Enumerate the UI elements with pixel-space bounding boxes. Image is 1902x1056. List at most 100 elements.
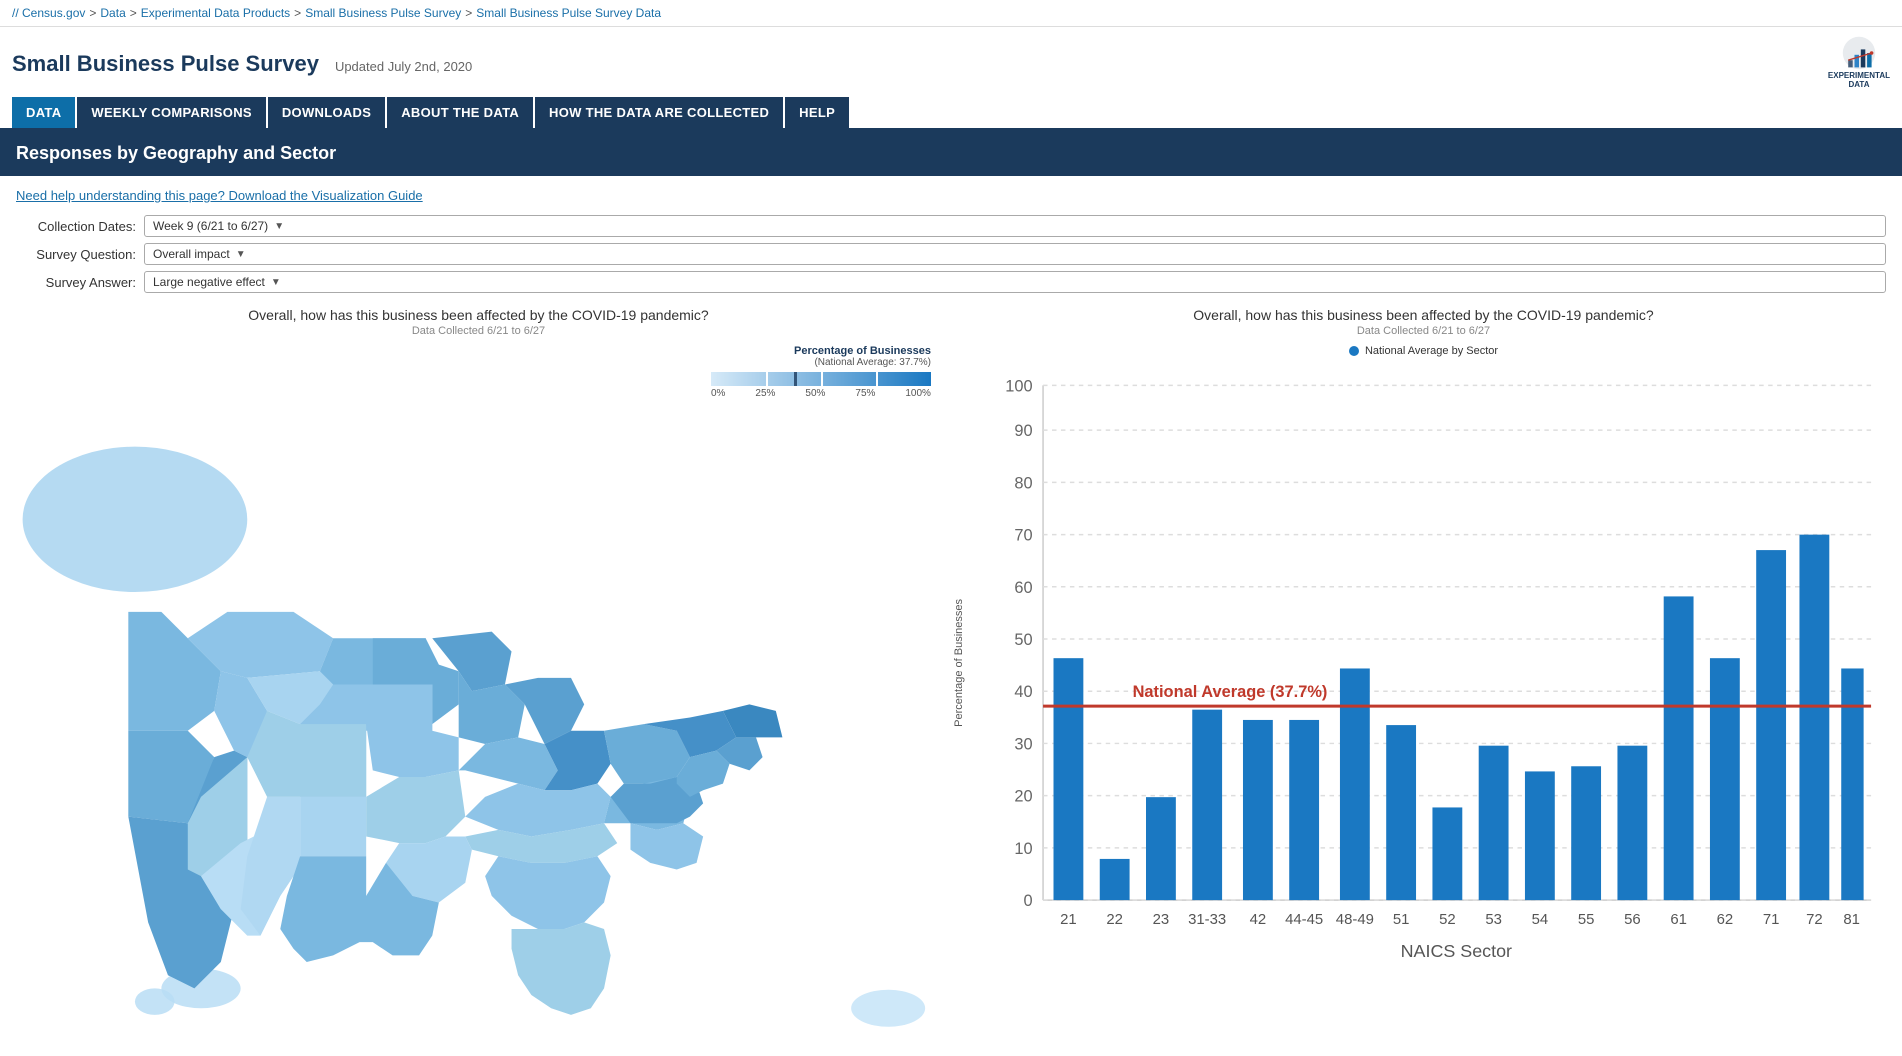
survey-question-select[interactable]: Overall impact ▼ [144,243,1886,265]
state-in[interactable] [459,737,558,790]
bar-72[interactable] [1799,535,1829,900]
nav-about[interactable]: ABOUT THE DATA [387,97,533,128]
state-hawaii-2[interactable] [135,988,175,1014]
bar-61[interactable] [1664,596,1694,900]
state-ks[interactable] [300,797,366,856]
y-axis-label-container: Percentage of Businesses [953,363,965,963]
bar-chart-svg: 0 10 20 30 40 50 60 70 80 [961,363,1886,990]
breadcrumb-experimental[interactable]: Experimental Data Products [141,6,290,20]
svg-text:31-33: 31-33 [1188,912,1226,928]
map-panel: Overall, how has this business been affe… [16,307,941,1044]
nav-data[interactable]: DATA [12,97,75,128]
svg-text:52: 52 [1439,912,1456,928]
collection-dates-select[interactable]: Week 9 (6/21 to 6/27) ▼ [144,215,1886,237]
svg-text:71: 71 [1763,912,1780,928]
svg-text:10: 10 [1014,840,1032,858]
controls: Collection Dates: Week 9 (6/21 to 6/27) … [16,215,1886,293]
svg-text:56: 56 [1624,912,1641,928]
svg-text:51: 51 [1393,912,1410,928]
map-chart-title: Overall, how has this business been affe… [16,307,941,323]
legend-tick-50 [821,372,823,386]
updated-date: Updated July 2nd, 2020 [335,59,472,74]
bar-55[interactable] [1571,766,1601,900]
bar-chart-subtitle: Data Collected 6/21 to 6/27 [961,325,1886,337]
legend-tick-75 [876,372,878,386]
svg-text:80: 80 [1014,474,1032,492]
bar-51[interactable] [1386,725,1416,900]
page-header: Small Business Pulse Survey Updated July… [0,27,1902,131]
us-map-svg [16,407,941,1041]
legend-title: Percentage of Businesses [794,345,931,357]
bar-42[interactable] [1243,720,1273,900]
breadcrumb-census[interactable]: // Census.gov [12,6,85,20]
svg-text:60: 60 [1014,579,1032,597]
map-legend: Percentage of Businesses (National Avera… [16,345,941,399]
chevron-down-icon: ▼ [274,221,284,232]
state-ne[interactable] [300,724,366,797]
bar-54[interactable] [1525,771,1555,900]
survey-question-label: Survey Question: [16,247,136,262]
bar-62[interactable] [1710,658,1740,900]
bar-22[interactable] [1100,859,1130,900]
state-fl[interactable] [512,922,611,1014]
svg-text:20: 20 [1014,788,1032,806]
bar-53[interactable] [1479,746,1509,900]
svg-text:72: 72 [1806,912,1823,928]
svg-text:23: 23 [1153,912,1170,928]
breadcrumb-data[interactable]: Data [100,6,125,20]
breadcrumb: // Census.gov > Data > Experimental Data… [0,0,1902,27]
svg-text:22: 22 [1106,912,1123,928]
svg-text:30: 30 [1014,735,1032,753]
bar-21[interactable] [1054,658,1084,900]
map-chart-subtitle: Data Collected 6/21 to 6/27 [16,325,941,337]
bar-81[interactable] [1841,668,1863,900]
bar-48-49[interactable] [1340,668,1370,900]
help-link[interactable]: Need help understanding this page? Downl… [16,188,1886,203]
legend-tick-25 [766,372,768,386]
breadcrumb-sbps[interactable]: Small Business Pulse Survey [305,6,461,20]
collection-dates-label: Collection Dates: [16,219,136,234]
bar-52[interactable] [1432,807,1462,900]
bar-chart-container: Percentage of Businesses 0 10 20 [961,363,1886,993]
svg-text:55: 55 [1578,912,1595,928]
section-header: Responses by Geography and Sector [0,131,1902,176]
bar-legend: National Average by Sector [961,345,1886,357]
page-title: Small Business Pulse Survey [12,51,319,77]
nav-how-collected[interactable]: HOW THE DATA ARE COLLECTED [535,97,783,128]
state-al-ga[interactable] [485,856,611,929]
legend-subtitle: (National Average: 37.7%) [814,357,931,368]
svg-text:53: 53 [1485,912,1502,928]
state-pr[interactable] [851,990,925,1027]
bar-44-45[interactable] [1289,720,1319,900]
x-axis-label: NAICS Sector [1401,941,1512,961]
nav-help[interactable]: HELP [785,97,849,128]
survey-answer-label: Survey Answer: [16,275,136,290]
bar-56[interactable] [1617,746,1647,900]
y-axis-label: Percentage of Businesses [953,599,965,727]
bar-chart-title: Overall, how has this business been affe… [961,307,1886,323]
state-alaska[interactable] [23,447,248,592]
bar-23[interactable] [1146,797,1176,900]
survey-answer-select[interactable]: Large negative effect ▼ [144,271,1886,293]
svg-text:61: 61 [1670,912,1687,928]
us-map-container [16,407,941,1044]
breadcrumb-sbps-data[interactable]: Small Business Pulse Survey Data [476,6,661,20]
state-mo[interactable] [366,770,465,843]
svg-text:62: 62 [1717,912,1734,928]
svg-text:0: 0 [1023,892,1032,910]
legend-dot-label: National Average by Sector [1365,345,1498,357]
svg-text:50: 50 [1014,631,1032,649]
bar-71[interactable] [1756,550,1786,900]
state-oh[interactable] [545,731,611,790]
section-title: Responses by Geography and Sector [16,143,336,163]
main-nav: DATA WEEKLY COMPARISONS DOWNLOADS ABOUT … [12,97,1890,128]
chevron-down-icon-3: ▼ [271,277,281,288]
nav-downloads[interactable]: DOWNLOADS [268,97,385,128]
bar-panel: Overall, how has this business been affe… [961,307,1886,1044]
state-sc[interactable] [630,823,703,869]
svg-text:90: 90 [1014,422,1032,440]
bar-31-33[interactable] [1192,710,1222,900]
state-pa-wv[interactable] [604,724,690,783]
svg-text:44-45: 44-45 [1285,912,1323,928]
nav-weekly-comparisons[interactable]: WEEKLY COMPARISONS [77,97,265,128]
